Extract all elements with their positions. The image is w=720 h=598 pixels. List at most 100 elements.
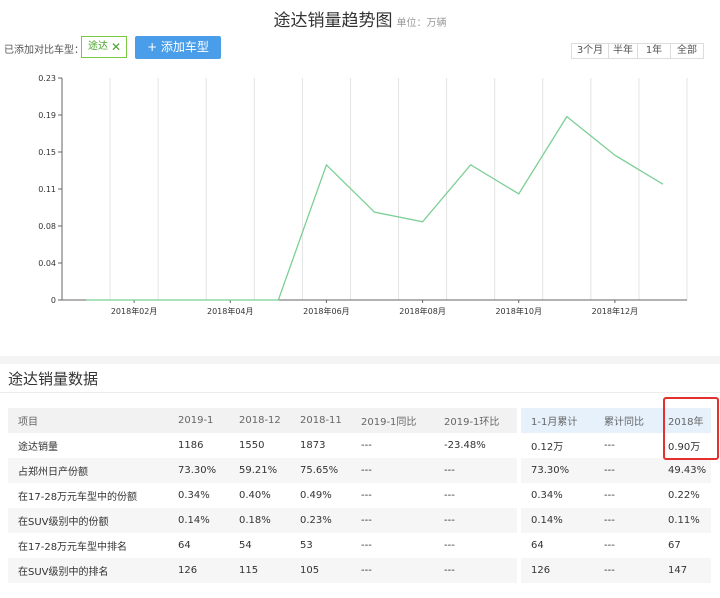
table-cell: 73.30% <box>521 458 594 483</box>
row-label: 在17-28万元车型中的份额 <box>18 492 138 503</box>
row-label: 在SUV级别中的排名 <box>8 558 168 583</box>
table-cell: 0.12万 <box>531 442 564 453</box>
table-cell: --- <box>434 458 517 483</box>
column-header: 项目 <box>8 408 168 433</box>
y-tick-label: 0.08 <box>38 222 56 231</box>
table-cell: 126 <box>521 558 594 583</box>
table-cell: --- <box>594 558 658 583</box>
table-cell: --- <box>351 458 434 483</box>
table-cell: 147 <box>658 558 711 583</box>
column-header: 1-1月累计 <box>521 408 594 433</box>
x-tick-label: 2018年10月 <box>495 306 542 316</box>
row-label: 途达销量 <box>18 442 58 453</box>
table-row: 占郑州日产份额 73.30% 59.21% 75.65% --- --- 73.… <box>8 458 711 483</box>
table-cell: 115 <box>229 558 290 583</box>
table-cell: --- <box>594 458 658 483</box>
table-cell: --- <box>434 508 517 533</box>
range-tab-halfyear[interactable]: 半年 <box>608 43 638 59</box>
table-cell: 1873 <box>300 440 326 451</box>
compare-tag-label: 途达 <box>88 41 108 52</box>
y-tick-label: 0.15 <box>38 148 56 157</box>
compare-tag-tuda: 途达 ✕ <box>81 36 127 58</box>
unit-label: 单位：万辆 <box>396 18 447 29</box>
table-cell: --- <box>351 558 434 583</box>
column-header: 累计同比 <box>594 408 658 433</box>
table-cell: --- <box>604 440 615 451</box>
table-header-row: 项目 2019-1 2018-12 2018-11 2019-1同比 2019-… <box>8 408 711 433</box>
row-label: 在17-28万元车型中排名 <box>18 542 128 553</box>
table-cell: --- <box>594 508 658 533</box>
table-cell: 0.11% <box>658 508 711 533</box>
table-cell: 64 <box>178 540 191 551</box>
sales-data-table: 项目 2019-1 2018-12 2018-11 2019-1同比 2019-… <box>8 408 711 583</box>
table-cell: 105 <box>290 558 351 583</box>
table-cell: -23.48% <box>444 440 486 451</box>
table-cell: 0.49% <box>300 490 332 501</box>
table-cell: --- <box>434 558 517 583</box>
table-cell: 0.34% <box>178 490 210 501</box>
table-cell: 1550 <box>239 440 265 451</box>
table-cell: --- <box>361 490 372 501</box>
section-divider <box>0 356 720 364</box>
table-cell: 0.18% <box>229 508 290 533</box>
x-tick-label: 2018年06月 <box>303 306 350 316</box>
time-range-tabs: 3个月 半年 1年 全部 <box>571 43 704 59</box>
column-header: 2019-1环比 <box>434 408 517 433</box>
table-cell: 49.43% <box>658 458 711 483</box>
table-cell: 0.40% <box>239 490 271 501</box>
close-icon[interactable]: ✕ <box>111 37 121 57</box>
table-cell: 0.22% <box>668 490 700 501</box>
chart-title-area: 途达销量趋势图 单位：万辆 <box>0 6 720 31</box>
table-cell: 64 <box>531 540 544 551</box>
table-cell: --- <box>604 540 615 551</box>
table-cell: 0.14% <box>521 508 594 533</box>
table-cell: --- <box>604 490 615 501</box>
x-tick-label: 2018年08月 <box>399 306 446 316</box>
table-row: 在SUV级别中的排名 126 115 105 --- --- 126 --- 1… <box>8 558 711 583</box>
table-cell: 67 <box>668 540 681 551</box>
table-cell: --- <box>361 440 372 451</box>
table-cell: 75.65% <box>290 458 351 483</box>
y-tick-label: 0 <box>51 296 56 305</box>
table-cell: 126 <box>168 558 229 583</box>
add-model-button[interactable]: + 添加车型 <box>135 36 221 59</box>
row-label: 在SUV级别中的份额 <box>8 508 168 533</box>
table-cell: 54 <box>239 540 252 551</box>
x-tick-label: 2018年02月 <box>111 306 158 316</box>
column-header: 2019-1同比 <box>351 408 434 433</box>
table-cell: 59.21% <box>229 458 290 483</box>
x-tick-label: 2018年04月 <box>207 306 254 316</box>
table-cell: --- <box>444 490 455 501</box>
table-cell: 1186 <box>178 440 204 451</box>
y-tick-label: 0.23 <box>38 74 56 83</box>
table-cell: --- <box>444 540 455 551</box>
compare-label: 已添加对比车型： <box>4 45 84 56</box>
y-tick-label: 0.04 <box>38 259 56 268</box>
range-tab-all[interactable]: 全部 <box>670 43 704 59</box>
y-tick-label: 0.11 <box>38 185 56 194</box>
table-cell: 0.14% <box>168 508 229 533</box>
table-cell: --- <box>351 508 434 533</box>
column-header: 2019-1 <box>168 408 229 433</box>
table-cell: 0.34% <box>531 490 563 501</box>
table-cell: 0.23% <box>290 508 351 533</box>
table-row: 在SUV级别中的份额 0.14% 0.18% 0.23% --- --- 0.1… <box>8 508 711 533</box>
series-line <box>86 115 664 301</box>
table-cell: --- <box>361 540 372 551</box>
table-row: 在17-28万元车型中的份额 0.34% 0.40% 0.49% --- ---… <box>8 483 711 508</box>
range-tab-1year[interactable]: 1年 <box>637 43 671 59</box>
page-title: 途达销量趋势图 <box>273 11 393 31</box>
table-row: 在17-28万元车型中排名 64 54 53 --- --- 64 --- 67 <box>8 533 711 558</box>
table-cell: 73.30% <box>168 458 229 483</box>
section-title: 途达销量数据 <box>8 370 99 388</box>
column-header: 2018-12 <box>229 408 290 433</box>
table-cell: 53 <box>300 540 313 551</box>
range-tab-3months[interactable]: 3个月 <box>571 43 609 59</box>
row-label: 占郑州日产份额 <box>8 458 168 483</box>
column-header: 2018-11 <box>290 408 351 433</box>
table-row: 途达销量 1186 1550 1873 --- -23.48% 0.12万 --… <box>8 433 711 458</box>
section-underline <box>0 392 720 393</box>
y-tick-label: 0.19 <box>38 111 56 120</box>
sales-trend-chart: 0 0.04 0.08 0.11 0.15 0.19 0.23 2018年02月 2018年04… <box>38 74 688 316</box>
highlight-box <box>663 397 719 460</box>
